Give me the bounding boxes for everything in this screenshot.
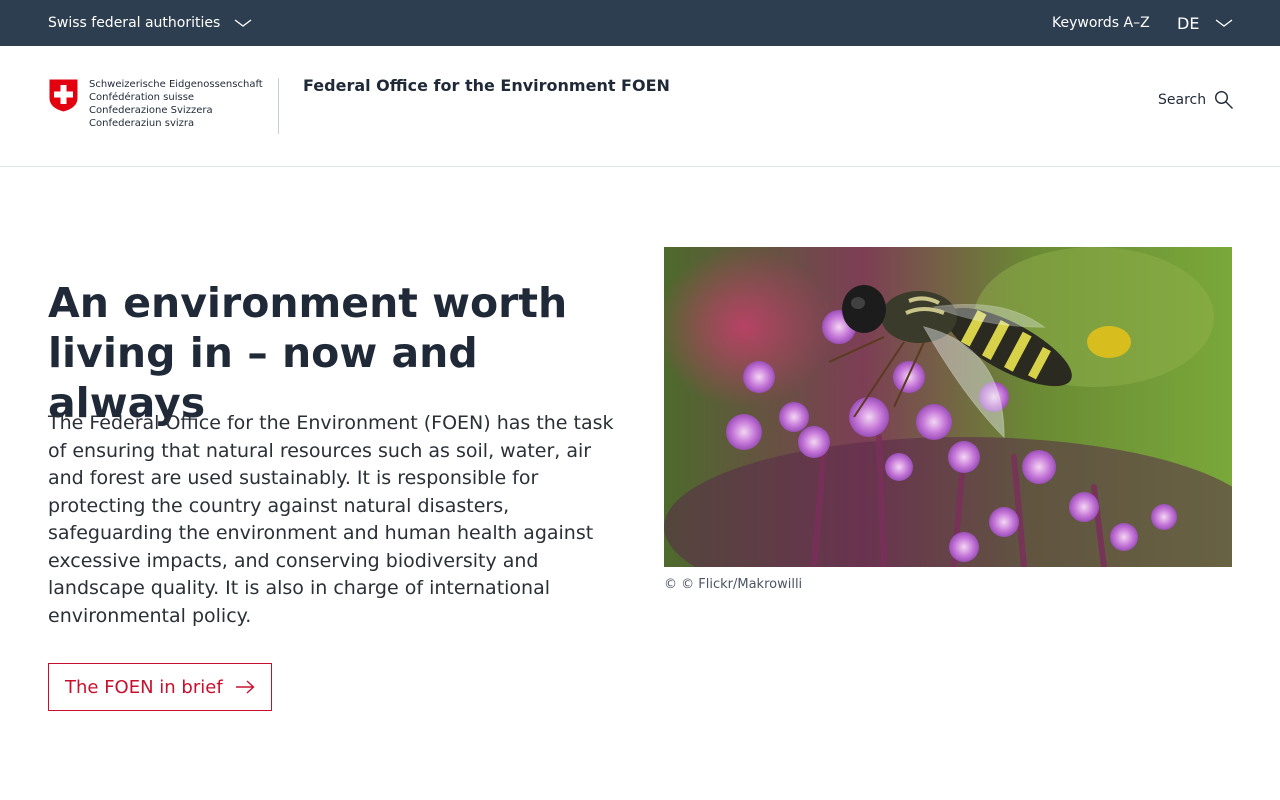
- foen-in-brief-button[interactable]: The FOEN in brief: [48, 663, 272, 711]
- search-label: Search: [1158, 92, 1207, 108]
- logo-text: Schweizerische Eidgenossenschaft Confédé…: [89, 78, 263, 130]
- image-caption: © © Flickr/Makrowilli: [664, 577, 803, 592]
- federal-authorities-label: Swiss federal authorities: [48, 15, 221, 31]
- federal-authorities-toggle[interactable]: Swiss federal authorities: [48, 0, 252, 46]
- logo-line-fr: Confédération suisse: [89, 92, 195, 103]
- arrow-right-icon: [235, 680, 255, 694]
- chevron-down-icon: [1216, 19, 1233, 27]
- logo-line-it: Confederazione Svizzera: [89, 105, 213, 116]
- language-current: DE: [1177, 13, 1200, 33]
- hero-photo-hoverfly-on-verbena: [664, 247, 1232, 567]
- swiss-cross-shield-icon: [48, 78, 79, 113]
- logo-line-de: Schweizerische Eidgenossenschaft: [89, 79, 263, 90]
- cta-label: The FOEN in brief: [65, 676, 223, 698]
- hero-description: The Federal Office for the Environment (…: [48, 412, 614, 627]
- logo-line-rm: Confederaziun svizra: [89, 118, 195, 129]
- keywords-link[interactable]: Keywords A–Z: [1052, 0, 1150, 46]
- federal-logo[interactable]: Schweizerische Eidgenossenschaft Confédé…: [48, 78, 263, 130]
- logo-divider: [278, 78, 279, 134]
- search-button[interactable]: Search: [1158, 90, 1234, 110]
- department-title[interactable]: Federal Office for the Environment FOEN: [303, 76, 670, 95]
- chevron-down-icon: [234, 19, 252, 27]
- search-icon: [1215, 90, 1234, 109]
- site-header: Schweizerische Eidgenossenschaft Confédé…: [0, 46, 1280, 167]
- hero-title: An environment worth living in – now and…: [48, 279, 568, 427]
- top-bar: Swiss federal authorities Keywords A–Z D…: [0, 0, 1280, 46]
- language-selector[interactable]: DE: [1177, 0, 1233, 46]
